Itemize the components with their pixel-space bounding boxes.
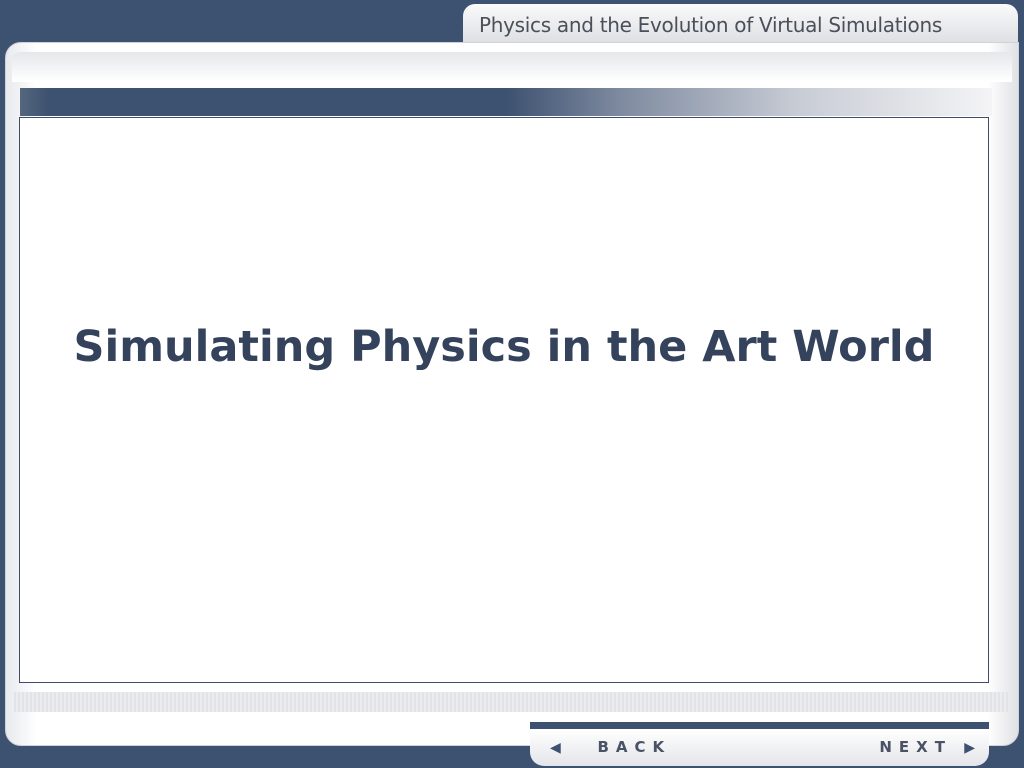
header-gradient-bar [20,88,992,116]
slide-title: Simulating Physics in the Art World [73,322,935,372]
toolbar-area [12,52,1012,82]
back-label: BACK [597,738,672,756]
arrow-right-icon: ▶ [964,740,975,756]
next-button[interactable]: NEXT ▶ [879,738,975,756]
footer-strip [14,692,1008,712]
arrow-left-icon: ◀ [550,740,561,756]
next-label: NEXT [879,738,952,756]
course-title: Physics and the Evolution of Virtual Sim… [479,13,942,37]
slide-content: Simulating Physics in the Art World [19,117,989,683]
navigation-bar: ◀ BACK NEXT ▶ [530,722,989,766]
back-button[interactable]: ◀ BACK [550,738,671,756]
